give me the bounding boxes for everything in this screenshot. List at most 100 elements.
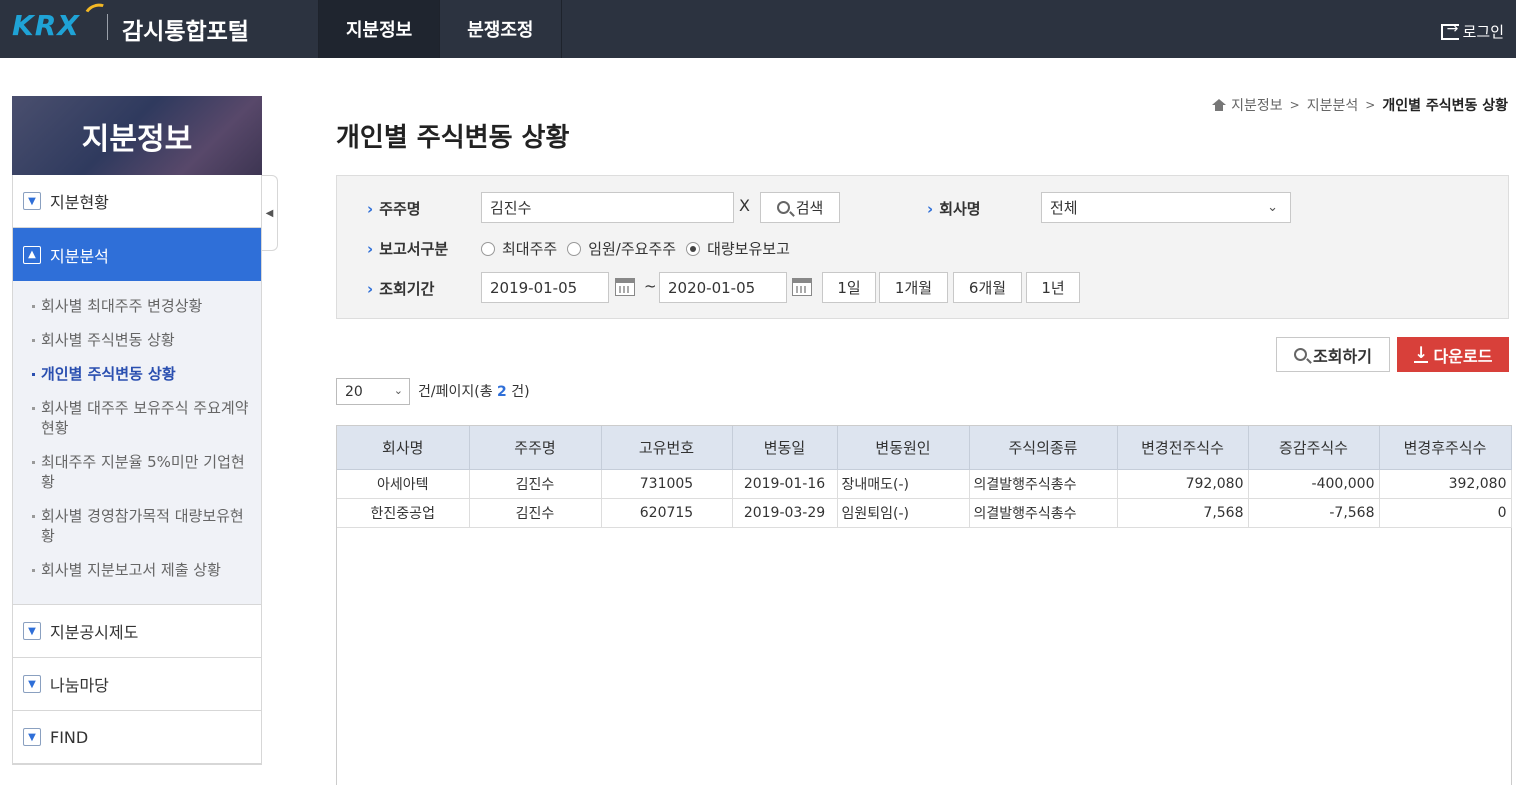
date-from-input[interactable]: 2019-01-05: [481, 272, 609, 303]
sidebar-item-label: 나눔마당: [50, 676, 109, 695]
column-header[interactable]: 변경전주식수: [1117, 426, 1249, 470]
table-header-row: 회사명 주주명 고유번호 변동일 변동원인 주식의종류 변경전주식수 증감주식수…: [337, 426, 1512, 470]
search-panel: 주주명 김진수 X 검색 회사명 전체 ⌄ 보고서구분 최대주주 임원/주요주주…: [336, 175, 1509, 319]
cell-company: 한진중공업: [337, 498, 470, 528]
quick-1-year-button[interactable]: 1년: [1026, 272, 1080, 303]
results-table: 회사명 주주명 고유번호 변동일 변동원인 주식의종류 변경전주식수 증감주식수…: [337, 426, 1512, 528]
cell-id: 620715: [601, 498, 733, 528]
sidebar-collapse-button[interactable]: ◀: [262, 175, 278, 251]
search-icon: [776, 201, 790, 214]
cell-after: 392,080: [1379, 469, 1512, 499]
quick-6-month-button[interactable]: 6개월: [953, 272, 1022, 303]
cell-change: -400,000: [1248, 469, 1380, 499]
page-info-suffix: 건): [506, 384, 530, 400]
submenu-item-active[interactable]: 개인별 주식변동 상황: [13, 364, 261, 384]
cell-after: 0: [1379, 498, 1512, 528]
breadcrumb-item[interactable]: 지분정보: [1231, 95, 1283, 115]
submenu-item[interactable]: 회사별 대주주 보유주식 주요계약 현황: [13, 398, 261, 438]
date-range-separator: ~: [644, 277, 657, 295]
sidebar-item-label: 지분공시제도: [50, 623, 139, 642]
submenu-item[interactable]: 회사별 경영참가목적 대량보유현황: [13, 506, 261, 546]
column-header[interactable]: 주주명: [469, 426, 602, 470]
radio-executive[interactable]: 임원/주요주주: [567, 238, 676, 259]
nav-item-equity-info[interactable]: 지분정보: [318, 0, 440, 58]
cell-change: -7,568: [1248, 498, 1380, 528]
submenu-item[interactable]: 회사별 주식변동 상황: [13, 330, 261, 350]
submenu-item[interactable]: 회사별 지분보고서 제출 상황: [13, 560, 261, 580]
column-header[interactable]: 변경후주식수: [1379, 426, 1512, 470]
cell-holder: 김진수: [469, 469, 602, 499]
sidebar-item-disclosure-system[interactable]: ▼ 지분공시제도: [13, 605, 261, 658]
home-icon[interactable]: [1212, 99, 1227, 111]
page-size-value: 20: [345, 383, 363, 400]
breadcrumb: 지분정보 > 지분분석 > 개인별 주식변동 상황: [1212, 95, 1508, 115]
breadcrumb-separator: >: [1289, 98, 1300, 112]
global-nav: 지분정보 분쟁조정: [318, 0, 562, 58]
company-select[interactable]: 전체 ⌄: [1041, 192, 1291, 223]
holder-name-input[interactable]: 김진수: [481, 192, 734, 223]
radio-button[interactable]: [481, 241, 495, 256]
chevron-left-icon: ◀: [265, 207, 274, 219]
download-icon: [1413, 343, 1428, 363]
holder-label: 주주명: [367, 198, 420, 219]
page-info: 건/페이지(총 2 건): [418, 381, 530, 401]
sidebar-item-equity-status[interactable]: ▼ 지분현황: [13, 175, 261, 228]
table-row[interactable]: 한진중공업 김진수 620715 2019-03-29 임원퇴임(-) 의결발행…: [337, 498, 1512, 528]
page-size-select[interactable]: 20 ⌄: [336, 378, 410, 405]
nav-item-dispute[interactable]: 분쟁조정: [439, 0, 562, 58]
sidebar-item-equity-analysis[interactable]: ▲ 지분분석: [13, 228, 261, 281]
holder-search-button[interactable]: 검색: [760, 192, 840, 223]
column-header[interactable]: 변동일: [732, 426, 838, 470]
cell-holder: 김진수: [469, 498, 602, 528]
column-header[interactable]: 변동원인: [837, 426, 970, 470]
column-header[interactable]: 회사명: [337, 426, 470, 470]
sidebar-item-find[interactable]: ▼ FIND: [13, 711, 261, 764]
submenu-item[interactable]: 회사별 최대주주 변경상황: [13, 296, 261, 316]
chevron-down-icon: ▼: [23, 675, 41, 693]
chevron-down-icon: ⌄: [393, 384, 403, 397]
results-grid: 회사명 주주명 고유번호 변동일 변동원인 주식의종류 변경전주식수 증감주식수…: [336, 425, 1512, 785]
radio-label: 임원/주요주주: [588, 240, 677, 258]
calendar-icon[interactable]: [615, 278, 635, 296]
query-button[interactable]: 조회하기: [1276, 337, 1390, 372]
breadcrumb-item[interactable]: 지분분석: [1307, 95, 1359, 115]
chevron-down-icon: ▼: [23, 622, 41, 640]
calendar-icon[interactable]: [792, 278, 812, 296]
sidebar-item-label: 지분분석: [50, 246, 109, 266]
chevron-down-icon: ⌄: [1267, 200, 1278, 215]
table-row[interactable]: 아세아텍 김진수 731005 2019-01-16 장내매도(-) 의결발행주…: [337, 469, 1512, 499]
sidebar-title: 지분정보: [12, 96, 262, 175]
search-icon: [1294, 348, 1308, 361]
quick-1-day-button[interactable]: 1일: [822, 272, 876, 303]
breadcrumb-current: 개인별 주식변동 상황: [1382, 98, 1508, 114]
radio-label: 대량보유보고: [707, 240, 790, 258]
download-button[interactable]: 다운로드: [1397, 337, 1509, 372]
portal-title[interactable]: 감시통합포털: [122, 12, 249, 46]
radio-largest-shareholder[interactable]: 최대주주: [481, 238, 557, 259]
radio-bulk-holding[interactable]: 대량보유보고: [686, 238, 790, 259]
radio-label: 최대주주: [502, 240, 558, 258]
sidebar-item-label: FIND: [50, 727, 89, 747]
sidebar-item-sharing[interactable]: ▼ 나눔마당: [13, 658, 261, 711]
krx-logo[interactable]: KRX: [12, 0, 113, 42]
logo-divider: [107, 14, 108, 40]
column-header[interactable]: 증감주식수: [1248, 426, 1380, 470]
column-header[interactable]: 고유번호: [601, 426, 733, 470]
login-icon: [1440, 21, 1459, 40]
radio-button-selected[interactable]: [686, 241, 701, 256]
column-header[interactable]: 주식의종류: [969, 426, 1118, 470]
login-button[interactable]: 로그인: [1440, 21, 1504, 42]
radio-button[interactable]: [567, 241, 582, 256]
chevron-up-icon: ▲: [23, 245, 41, 264]
cell-before: 7,568: [1117, 498, 1249, 528]
page-info-prefix: 건/페이지(총: [418, 384, 498, 400]
top-bar: KRX 감시통합포털 지분정보 분쟁조정 로그인: [0, 0, 1516, 58]
clear-holder-button[interactable]: X: [739, 196, 750, 215]
chevron-down-icon: ▼: [23, 192, 41, 210]
quick-1-month-button[interactable]: 1개월: [879, 272, 948, 303]
total-count: 2: [497, 384, 507, 400]
cell-reason: 임원퇴임(-): [837, 498, 970, 528]
submenu-item[interactable]: 최대주주 지분율 5%미만 기업현황: [13, 452, 261, 492]
date-to-input[interactable]: 2020-01-05: [659, 272, 787, 303]
sidebar: ▼ 지분현황 ▲ 지분분석 회사별 최대주주 변경상황 회사별 주식변동 상황 …: [12, 175, 262, 765]
